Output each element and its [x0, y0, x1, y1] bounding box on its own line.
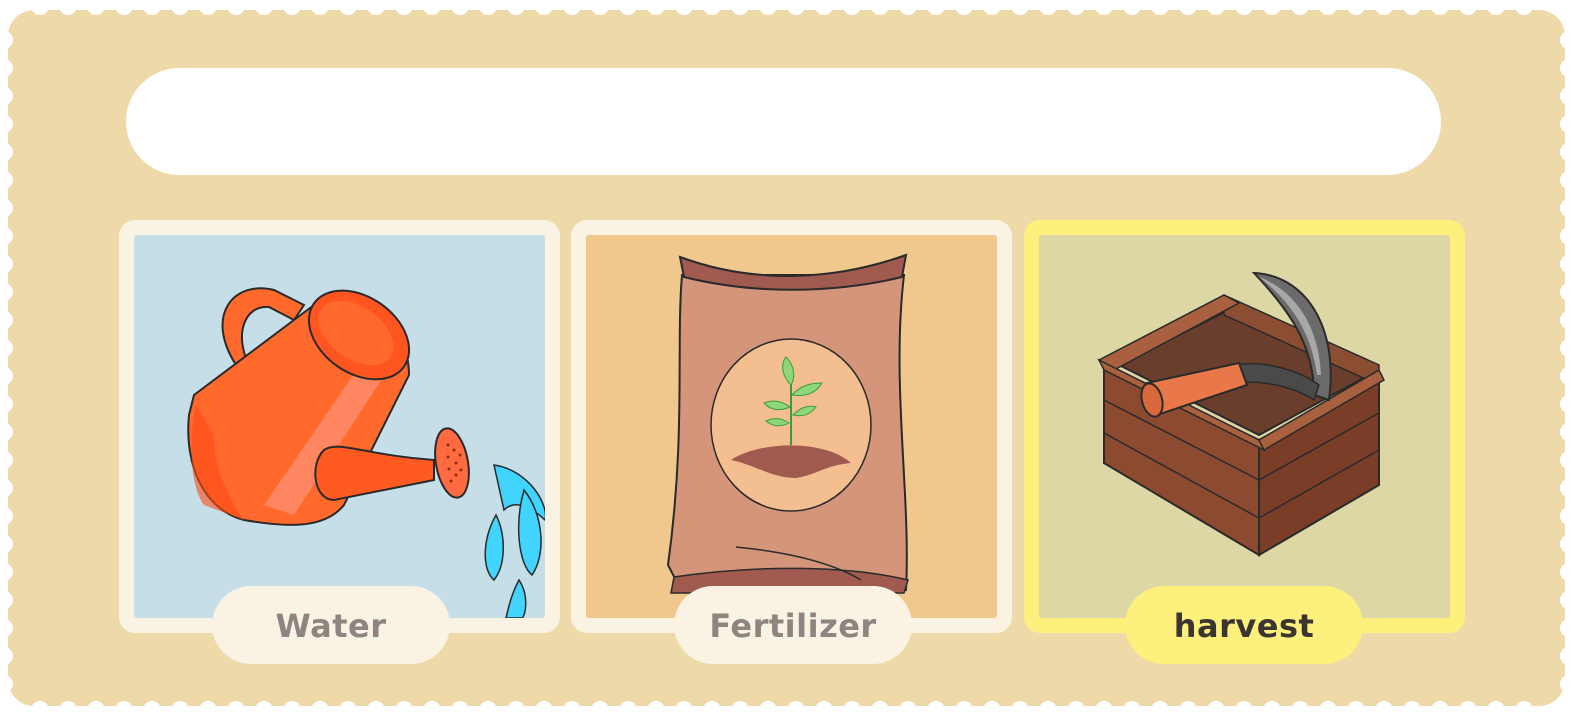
answer-bar[interactable]	[126, 68, 1441, 175]
card-water-label-text: Water	[275, 607, 387, 645]
card-water-picture	[134, 235, 545, 618]
card-harvest[interactable]: harvest	[1024, 220, 1465, 664]
card-water-label[interactable]: Water	[212, 586, 450, 664]
watering-can-icon	[187, 287, 545, 618]
card-fertilizer-label[interactable]: Fertilizer	[674, 586, 912, 664]
card-fertilizer-label-text: Fertilizer	[709, 607, 877, 645]
card-harvest-picture	[1039, 235, 1450, 618]
card-fertilizer-picture	[586, 235, 997, 618]
harvest-crate-icon	[1097, 271, 1385, 557]
card-fertilizer[interactable]: Fertilizer	[571, 220, 1012, 664]
card-harvest-label-text: harvest	[1173, 607, 1315, 645]
card-harvest-label[interactable]: harvest	[1125, 586, 1363, 664]
fertilizer-bag-icon	[666, 253, 909, 594]
game-board: Water Fertilizer harvest	[0, 0, 1574, 716]
card-water[interactable]: Water	[119, 220, 560, 664]
